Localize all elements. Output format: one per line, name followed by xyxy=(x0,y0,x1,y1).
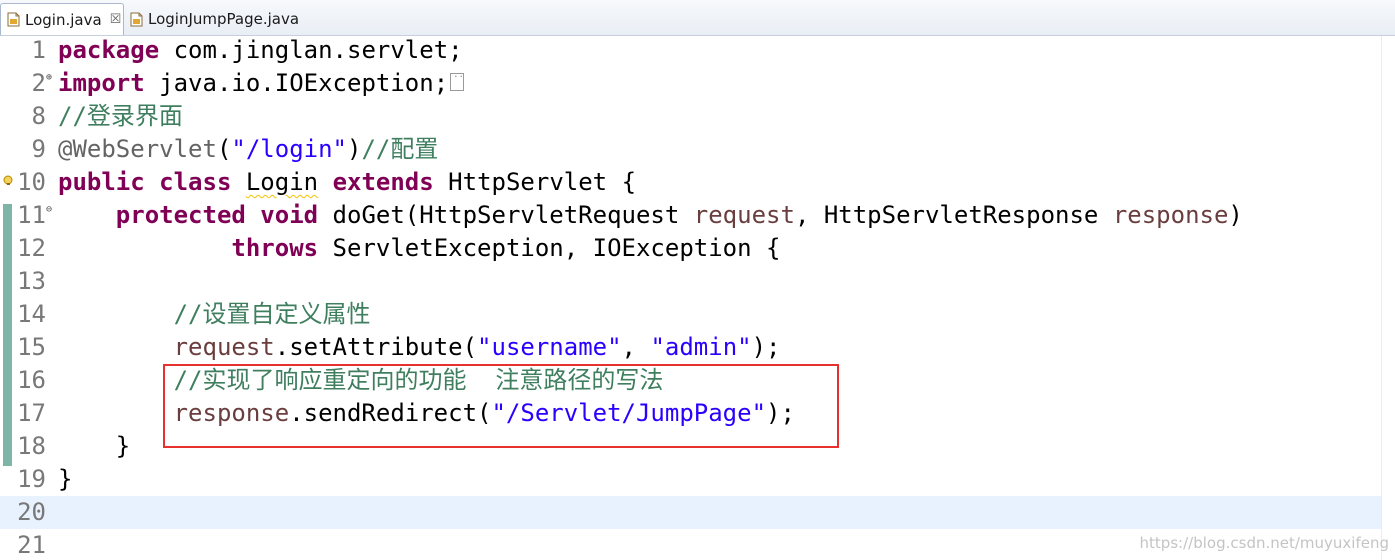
code-content: package com.jinglan.servlet; xyxy=(58,34,463,67)
code-line[interactable]: 20 xyxy=(0,496,1395,529)
collapsed-imports-box[interactable] xyxy=(450,66,465,91)
code-token: , xyxy=(621,333,651,361)
code-token: //配置 xyxy=(361,135,439,163)
line-number: 19 xyxy=(17,465,46,493)
code-token: HttpServlet { xyxy=(448,168,637,196)
code-token: , HttpServletResponse xyxy=(794,201,1113,229)
code-token: response xyxy=(1112,201,1229,229)
line-number: 12 xyxy=(17,234,46,262)
code-content: } xyxy=(58,430,130,463)
code-token: Login xyxy=(245,168,319,196)
warning-lightbulb-icon[interactable] xyxy=(3,175,14,186)
code-token: com.jinglan.servlet; xyxy=(173,36,463,64)
tab-label: Login.java xyxy=(25,10,102,29)
code-line[interactable]: 13 xyxy=(0,265,1395,298)
code-line[interactable]: 15 request.setAttribute("username", "adm… xyxy=(0,331,1395,364)
tab-label: LoginJumpPage.java xyxy=(148,10,300,28)
eclipse-editor-window: Login.java ☒ LoginJumpPage.java 21 20 19} 1… xyxy=(0,0,1395,560)
code-token: ( xyxy=(216,135,232,163)
annotation-highlight-box xyxy=(163,364,839,448)
line-number: 13 xyxy=(17,267,46,295)
code-token: request xyxy=(173,333,275,361)
code-token: request xyxy=(693,201,795,229)
code-token: //设置自定义属性 xyxy=(173,300,371,328)
code-line[interactable]: 8 //登录界面 xyxy=(0,100,1395,133)
code-line[interactable]: 11 ⊖ protected void doGet(HttpServletRequ… xyxy=(0,199,1395,232)
tab-login-java[interactable]: Login.java ☒ xyxy=(0,3,124,35)
code-token: "/login" xyxy=(231,135,347,163)
line-number: 16 xyxy=(17,366,46,394)
code-token: ) xyxy=(1228,201,1243,229)
vertical-scrollbar[interactable] xyxy=(1381,36,1395,560)
line-number: 21 xyxy=(17,531,46,559)
code-line[interactable]: 1 package com.jinglan.servlet; xyxy=(0,34,1395,67)
code-content: request.setAttribute("username", "admin"… xyxy=(58,331,781,364)
code-line[interactable]: 14 //设置自定义属性 xyxy=(0,298,1395,331)
editor-tab-bar: Login.java ☒ LoginJumpPage.java xyxy=(0,0,1395,36)
code-token: class xyxy=(159,168,232,196)
code-token: ) xyxy=(347,135,362,163)
code-token: void xyxy=(260,201,319,229)
code-token: java.io.IOException; xyxy=(159,69,449,97)
code-content: public class Login extends HttpServlet { xyxy=(58,166,636,199)
tab-loginjumppage-java[interactable]: LoginJumpPage.java xyxy=(124,3,314,35)
close-icon[interactable]: ☒ xyxy=(110,12,122,27)
code-content: //设置自定义属性 xyxy=(58,298,371,331)
code-token: doGet(HttpServletRequest xyxy=(332,201,694,229)
line-number: 8 xyxy=(31,102,46,130)
code-token: .setAttribute( xyxy=(274,333,478,361)
code-token: protected xyxy=(115,201,246,229)
code-line[interactable]: 9 @WebServlet("/login")//配置 xyxy=(0,133,1395,166)
change-indicator-bar xyxy=(3,204,12,466)
code-token: ServletException, IOException { xyxy=(332,234,781,262)
code-token: "admin" xyxy=(650,333,752,361)
watermark-text: https://blog.csdn.net/muyuxifeng xyxy=(1139,534,1389,552)
code-content: } xyxy=(58,463,72,496)
code-token: package xyxy=(58,36,160,64)
code-token: extends xyxy=(332,168,434,196)
line-number: 1 xyxy=(31,36,46,64)
code-token: public xyxy=(58,168,145,196)
line-number: 17 xyxy=(17,399,46,427)
code-token: @WebServlet xyxy=(58,135,217,163)
line-number: 20 xyxy=(17,498,46,526)
code-content: @WebServlet("/login")//配置 xyxy=(58,133,438,166)
line-number: 14 xyxy=(17,300,46,328)
line-number: 9 xyxy=(31,135,46,163)
code-token: throws xyxy=(231,234,319,262)
code-content: protected void doGet(HttpServletRequest … xyxy=(58,199,1243,232)
line-number: 10 xyxy=(17,168,46,196)
code-line[interactable]: 12 throws ServletException, IOException … xyxy=(0,232,1395,265)
java-file-icon xyxy=(7,12,20,27)
code-token: } xyxy=(58,465,73,493)
code-token: } xyxy=(58,432,131,460)
line-number: 15 xyxy=(17,333,46,361)
code-content: throws ServletException, IOException { xyxy=(58,232,780,265)
code-content: //登录界面 xyxy=(58,100,183,133)
line-number: 11 xyxy=(17,201,46,229)
code-editor[interactable]: 21 20 19} 18 } 17 response.sendRedirect("/Se… xyxy=(0,36,1395,560)
code-line[interactable]: 2 ⊕ import java.io.IOException; xyxy=(0,66,1395,100)
code-token: "username" xyxy=(477,333,622,361)
line-number: 18 xyxy=(17,432,46,460)
java-file-icon xyxy=(130,12,143,27)
code-content: import java.io.IOException; xyxy=(58,66,465,100)
code-token: ); xyxy=(751,333,781,361)
code-token: //登录界面 xyxy=(58,102,183,130)
line-number: 2 xyxy=(31,69,46,97)
code-line[interactable]: 19} xyxy=(0,463,1395,496)
code-line[interactable]: 10 public class Login extends HttpServlet… xyxy=(0,166,1395,199)
code-token: import xyxy=(58,69,145,97)
